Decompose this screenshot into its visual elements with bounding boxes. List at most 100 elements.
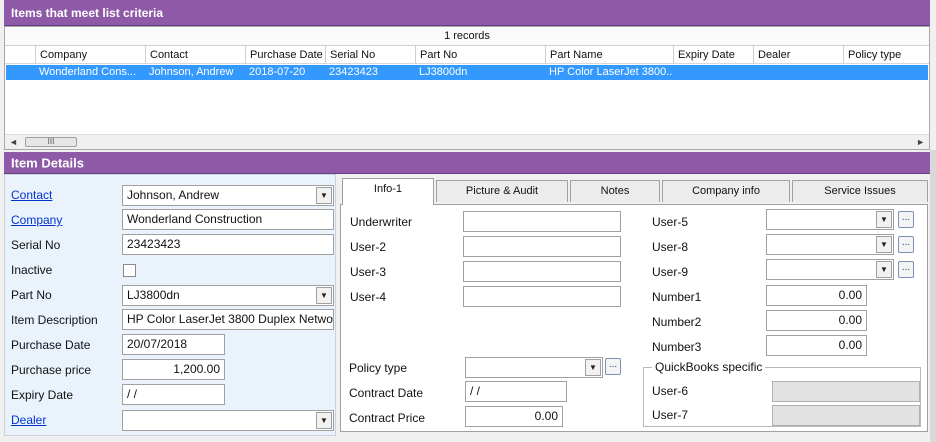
company-link[interactable]: Company	[11, 213, 62, 227]
inactive-label: Inactive	[11, 263, 53, 277]
inactive-checkbox[interactable]	[123, 264, 136, 277]
cell-policy-type	[843, 65, 929, 80]
col-expiry-date[interactable]: Expiry Date	[673, 46, 753, 64]
expiry-date-label: Expiry Date	[11, 388, 74, 402]
user-3-label: User-3	[350, 265, 387, 279]
chevron-down-icon[interactable]: ▼	[876, 236, 892, 253]
policy-type-label: Policy type	[349, 361, 408, 375]
number3-field[interactable]: 0.00	[766, 335, 867, 356]
number2-field[interactable]: 0.00	[766, 310, 867, 331]
item-description-field[interactable]: HP Color LaserJet 3800 Duplex Network	[122, 309, 334, 330]
col-company[interactable]: Company	[35, 46, 145, 64]
policy-type-dropdown[interactable]: ▼	[465, 357, 603, 378]
underwriter-field[interactable]	[463, 211, 621, 232]
serial-no-field[interactable]: 23423423	[122, 234, 334, 255]
contract-date-field[interactable]: / /	[465, 381, 567, 402]
grid-column-header: Company Contact Purchase Date Serial No …	[5, 46, 929, 64]
col-part-no[interactable]: Part No	[415, 46, 545, 64]
contract-price-field[interactable]: 0.00	[465, 406, 563, 427]
user-8-lookup-button[interactable]: ...	[898, 236, 914, 253]
scroll-right-icon[interactable]: ►	[916, 137, 925, 147]
contact-value: Johnson, Andrew	[127, 188, 220, 202]
cell-part-no: LJ3800dn	[419, 66, 468, 78]
chevron-down-icon[interactable]: ▼	[316, 287, 332, 304]
tab-picture-audit[interactable]: Picture & Audit	[436, 180, 568, 202]
number1-field[interactable]: 0.00	[766, 285, 867, 306]
purchase-date-label: Purchase Date	[11, 338, 91, 352]
contract-date-label: Contract Date	[349, 386, 424, 400]
user-5-dropdown[interactable]: ▼	[766, 209, 894, 230]
user-9-label: User-9	[652, 265, 689, 279]
part-no-dropdown[interactable]: LJ3800dn ▼	[122, 285, 334, 306]
user-6-label: User-6	[652, 384, 689, 398]
serial-no-label: Serial No	[11, 238, 61, 252]
scroll-thumb[interactable]: III	[25, 137, 77, 147]
number2-label: Number2	[652, 315, 702, 329]
chevron-down-icon[interactable]: ▼	[876, 261, 892, 278]
part-no-value: LJ3800dn	[127, 288, 180, 302]
col-part-name[interactable]: Part Name	[545, 46, 673, 64]
item-form-panel: Contact Johnson, Andrew ▼ Company Wonder…	[4, 174, 336, 436]
cell-part-name: HP Color LaserJet 3800...	[549, 66, 673, 78]
user-5-label: User-5	[652, 215, 689, 229]
purchase-date-field[interactable]: 20/07/2018	[122, 334, 225, 355]
user-7-label: User-7	[652, 408, 689, 422]
item-description-label: Item Description	[11, 313, 98, 327]
horizontal-scrollbar[interactable]: ◄ III ►	[5, 134, 929, 149]
cell-purchase-date: 2018-07-20	[249, 66, 306, 78]
expiry-date-field[interactable]: / /	[122, 384, 225, 405]
purchase-price-label: Purchase price	[11, 363, 92, 377]
user-9-lookup-button[interactable]: ...	[898, 261, 914, 278]
user-2-field[interactable]	[463, 236, 621, 257]
right-splitter[interactable]	[930, 150, 936, 442]
user-8-label: User-8	[652, 240, 689, 254]
chevron-down-icon[interactable]: ▼	[876, 211, 892, 228]
contract-price-label: Contract Price	[349, 411, 426, 425]
cell-company: Wonderland Cons...	[39, 66, 137, 78]
dealer-dropdown[interactable]: ▼	[122, 410, 334, 431]
chevron-down-icon[interactable]: ▼	[316, 187, 332, 204]
tab-company-info[interactable]: Company info	[662, 180, 790, 202]
col-policy-type[interactable]: Policy type	[843, 46, 929, 64]
col-purchase-date[interactable]: Purchase Date	[245, 46, 325, 64]
tab-info-1[interactable]: Info-1	[342, 178, 434, 205]
user-5-lookup-button[interactable]: ...	[898, 211, 914, 228]
policy-type-lookup-button[interactable]: ...	[605, 358, 621, 375]
list-criteria-header: Items that meet list criteria	[4, 0, 930, 26]
user-3-field[interactable]	[463, 261, 621, 282]
user-2-label: User-2	[350, 240, 387, 254]
user-7-field[interactable]	[772, 405, 920, 426]
table-row[interactable]: Wonderland Cons... Johnson, Andrew 2018-…	[6, 65, 928, 80]
purchase-price-field[interactable]: 1,200.00	[122, 359, 225, 380]
item-details-header: Item Details	[4, 152, 930, 174]
cell-expiry-date	[673, 65, 753, 80]
scroll-left-icon[interactable]: ◄	[9, 137, 18, 147]
contact-link[interactable]: Contact	[11, 188, 52, 202]
number3-label: Number3	[652, 340, 702, 354]
user-4-label: User-4	[350, 290, 387, 304]
user-6-field[interactable]	[772, 381, 920, 402]
company-field[interactable]: Wonderland Construction	[122, 209, 334, 230]
part-no-label: Part No	[11, 288, 52, 302]
tab-notes[interactable]: Notes	[570, 180, 660, 202]
details-tab-control: Info-1 Picture & Audit Notes Company inf…	[340, 178, 928, 432]
col-serial-no[interactable]: Serial No	[325, 46, 415, 64]
results-grid[interactable]: 1 records Company Contact Purchase Date …	[4, 26, 930, 150]
dealer-link[interactable]: Dealer	[11, 413, 46, 427]
cell-dealer	[753, 65, 843, 80]
chevron-down-icon[interactable]: ▼	[585, 359, 601, 376]
cell-contact: Johnson, Andrew	[149, 66, 234, 78]
user-9-dropdown[interactable]: ▼	[766, 259, 894, 280]
col-contact[interactable]: Contact	[145, 46, 245, 64]
number1-label: Number1	[652, 290, 702, 304]
user-8-dropdown[interactable]: ▼	[766, 234, 894, 255]
records-count: 1 records	[5, 27, 929, 46]
item-details-title: Item Details	[11, 155, 84, 170]
chevron-down-icon[interactable]: ▼	[316, 412, 332, 429]
contact-dropdown[interactable]: Johnson, Andrew ▼	[122, 185, 334, 206]
col-dealer[interactable]: Dealer	[753, 46, 843, 64]
user-4-field[interactable]	[463, 286, 621, 307]
quickbooks-title: QuickBooks specific	[652, 360, 766, 374]
underwriter-label: Underwriter	[350, 215, 413, 229]
tab-service-issues[interactable]: Service Issues	[792, 180, 928, 202]
